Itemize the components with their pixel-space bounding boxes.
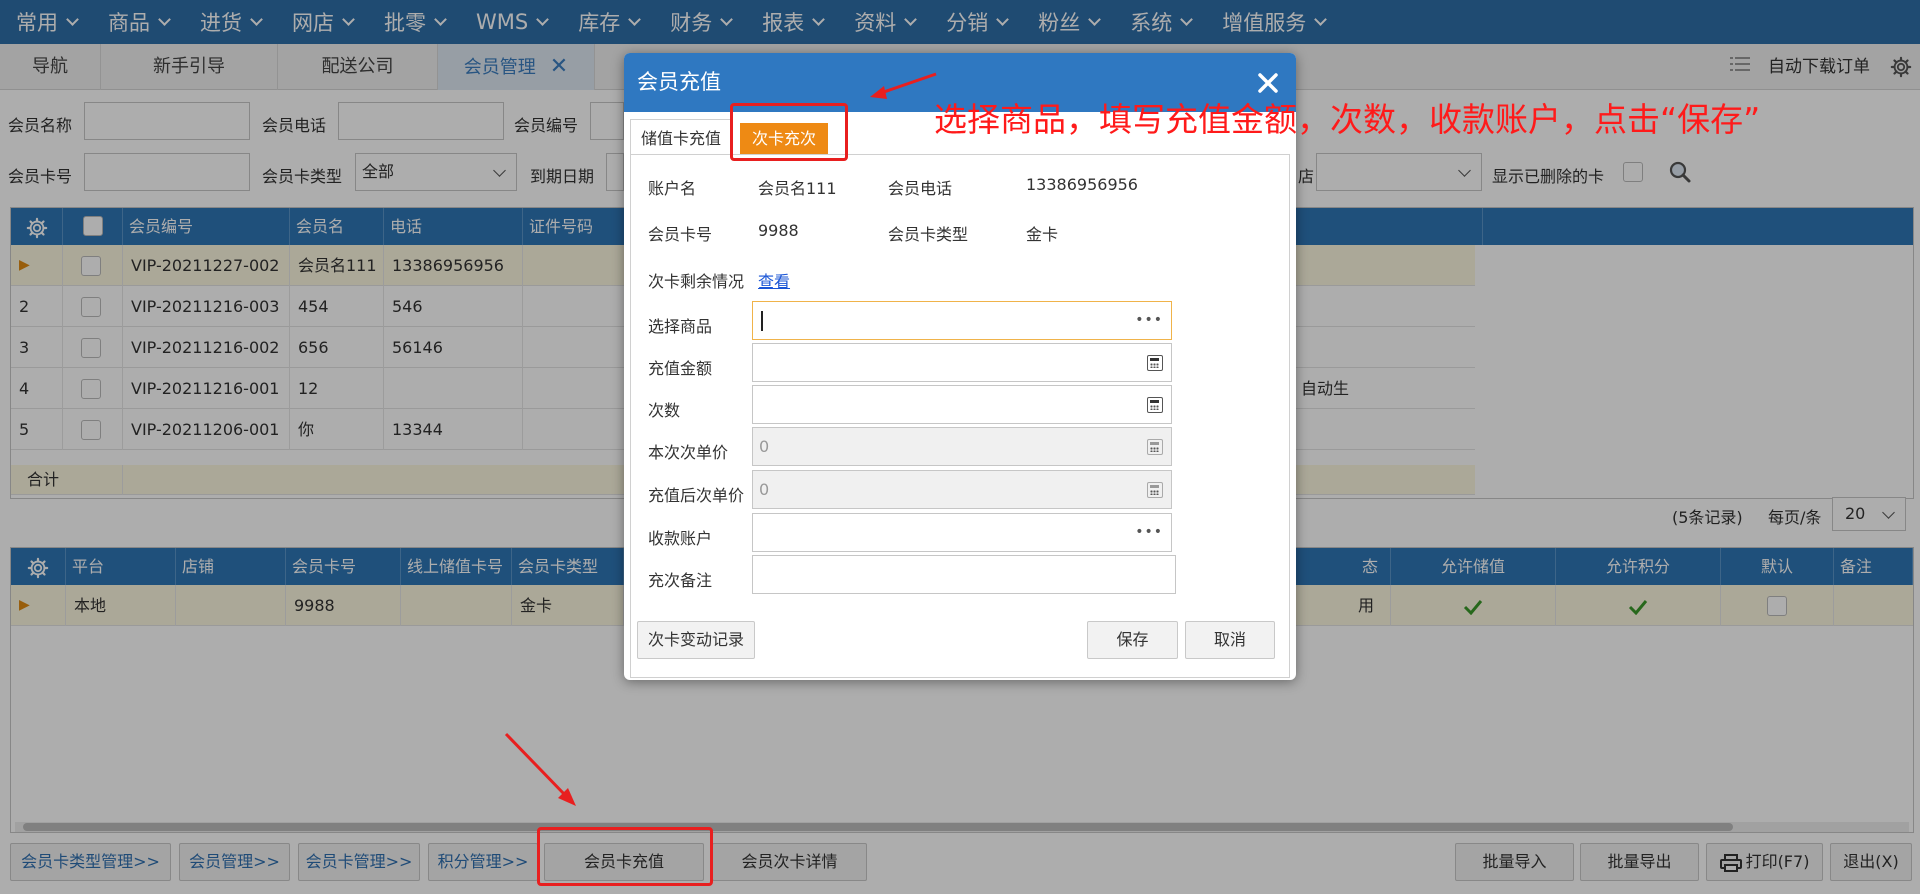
member-phone-label: 会员电话 bbox=[888, 179, 953, 198]
card-no-value: 9988 bbox=[758, 221, 799, 240]
times-input[interactable] bbox=[752, 385, 1172, 424]
highlight-recharge-button bbox=[537, 827, 713, 886]
cancel-button[interactable]: 取消 bbox=[1185, 621, 1275, 659]
more-icon[interactable]: ••• bbox=[1135, 302, 1163, 339]
card-type-label: 会员卡类型 bbox=[888, 225, 969, 244]
close-icon[interactable] bbox=[1256, 71, 1280, 95]
times-card-history-button[interactable]: 次卡变动记录 bbox=[637, 621, 755, 659]
instruction-annotation: 选择商品，填写充值金额，次数，收款账户，点击“保存” bbox=[934, 100, 1761, 139]
times-label: 次数 bbox=[648, 401, 681, 420]
remark-label: 充次备注 bbox=[648, 571, 713, 590]
member-phone-value: 13386956956 bbox=[1026, 175, 1138, 194]
recharge-amount-label: 充值金额 bbox=[648, 359, 713, 378]
view-remain-link[interactable]: 查看 bbox=[758, 268, 790, 292]
tab-stored-value-recharge[interactable]: 储值卡充值 bbox=[630, 119, 733, 157]
calculator-icon[interactable] bbox=[1147, 397, 1163, 413]
text-caret bbox=[761, 311, 763, 331]
calculator-icon[interactable] bbox=[1147, 355, 1163, 371]
remain-label: 次卡剩余情况 bbox=[648, 272, 745, 291]
account-name-label: 账户名 bbox=[648, 179, 697, 198]
card-type-value: 金卡 bbox=[1026, 225, 1059, 244]
highlight-times-tab bbox=[730, 103, 848, 161]
remark-input[interactable] bbox=[752, 555, 1176, 594]
calculator-icon bbox=[1147, 439, 1163, 455]
after-price-label: 充值后次单价 bbox=[648, 486, 745, 505]
select-product-input[interactable]: ••• bbox=[752, 301, 1172, 340]
calculator-icon bbox=[1147, 482, 1163, 498]
card-no-label: 会员卡号 bbox=[648, 225, 713, 244]
unit-price-input: 0 bbox=[752, 427, 1172, 466]
payment-account-input[interactable]: ••• bbox=[752, 513, 1172, 552]
select-product-label: 选择商品 bbox=[648, 317, 713, 336]
save-button[interactable]: 保存 bbox=[1087, 621, 1178, 659]
account-name-value: 会员名111 bbox=[758, 179, 837, 198]
arrow-annotation-icon bbox=[504, 732, 576, 806]
unit-price-label: 本次次单价 bbox=[648, 443, 729, 462]
after-price-input: 0 bbox=[752, 470, 1172, 509]
dialog-title: 会员充值 bbox=[637, 70, 721, 94]
arrow-annotation-icon bbox=[870, 72, 937, 99]
recharge-amount-input[interactable] bbox=[752, 343, 1172, 382]
payment-account-label: 收款账户 bbox=[648, 529, 713, 548]
more-icon[interactable]: ••• bbox=[1135, 514, 1163, 551]
